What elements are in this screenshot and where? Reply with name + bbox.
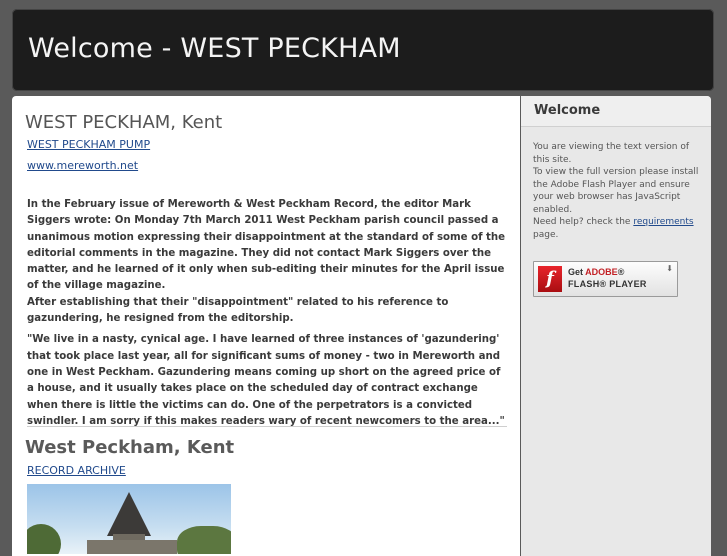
section-divider xyxy=(27,426,507,427)
flash-logo-icon: f xyxy=(538,266,562,292)
sidebar: Welcome You are viewing the text version… xyxy=(521,96,711,556)
photo-church-spire xyxy=(107,492,151,536)
section-title-2: West Peckham, Kent xyxy=(25,437,235,458)
site-header: Welcome - WEST PECKHAM xyxy=(12,9,714,91)
requirements-link[interactable]: requirements xyxy=(633,217,693,227)
photo-tree xyxy=(177,526,231,554)
article-text: After establishing that their "disappoin… xyxy=(27,296,449,325)
flash-get: Get xyxy=(568,267,586,277)
photo-church-roof xyxy=(87,540,177,554)
church-photo xyxy=(27,484,231,554)
article-body: In the February issue of Mereworth & Wes… xyxy=(27,197,507,435)
west-peckham-pump-link[interactable]: WEST PECKHAM PUMP xyxy=(27,138,150,151)
section-title: WEST PECKHAM, Kent xyxy=(25,112,223,133)
sidebar-notice: You are viewing the text version of this… xyxy=(533,142,690,165)
sidebar-text: You are viewing the text version of this… xyxy=(521,127,711,241)
flash-brand: ADOBE xyxy=(585,267,618,277)
sidebar-header: Welcome xyxy=(521,96,711,127)
sidebar-title: Welcome xyxy=(534,103,601,118)
help-text-end: page. xyxy=(533,229,559,240)
download-arrow-icon: ⬇ xyxy=(666,264,673,273)
flash-badge-product: FLASH® PLAYER xyxy=(568,279,647,289)
record-archive-link[interactable]: RECORD ARCHIVE xyxy=(27,464,126,477)
photo-tree xyxy=(27,524,61,554)
site-title: Welcome - WEST PECKHAM xyxy=(28,33,401,64)
article-paragraph: In the February issue of Mereworth & Wes… xyxy=(27,197,507,327)
help-text: Need help? check the xyxy=(533,217,634,227)
flash-reg: ® xyxy=(617,267,625,277)
sidebar-help: Need help? check the requirements page. xyxy=(533,216,699,241)
get-flash-player-button[interactable]: f Get ADOBE® FLASH® PLAYER ⬇ xyxy=(533,261,678,297)
flash-badge-line1: Get ADOBE® xyxy=(568,267,624,277)
sidebar-install-notice: To view the full version please install … xyxy=(533,167,699,215)
article-text: In the February issue of Mereworth & Wes… xyxy=(27,199,506,292)
main-content: WEST PECKHAM, Kent WEST PECKHAM PUMP www… xyxy=(12,96,520,556)
article-quote: "We live in a nasty, cynical age. I have… xyxy=(27,334,505,427)
mereworth-website-link[interactable]: www.mereworth.net xyxy=(27,159,138,172)
